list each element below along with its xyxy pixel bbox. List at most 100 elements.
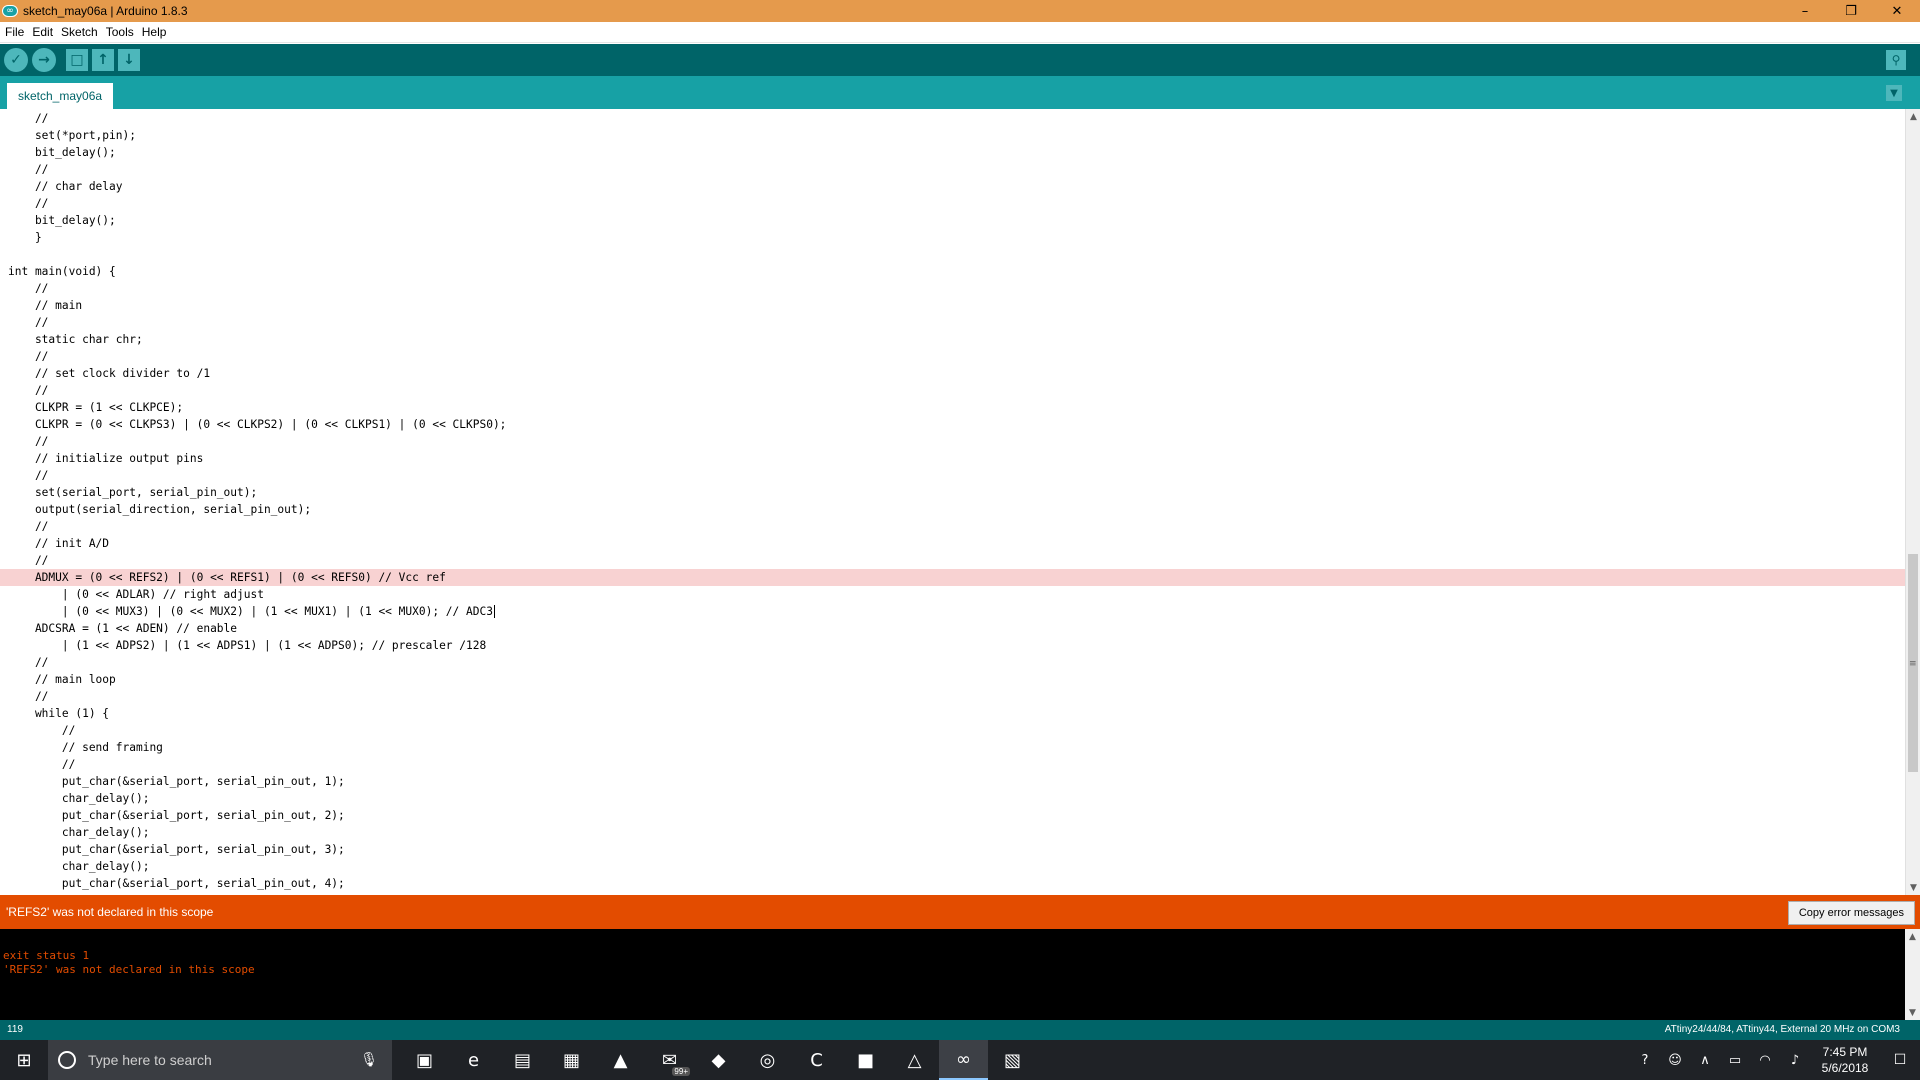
code-line[interactable]: // <box>0 195 1905 212</box>
verify-button[interactable]: ✓ <box>4 48 28 72</box>
code-line[interactable]: // main <box>0 297 1905 314</box>
volume-icon[interactable]: ♪ <box>1780 1040 1810 1080</box>
document-taskbar-button[interactable]: ▧ <box>988 1040 1037 1080</box>
photos-taskbar-button[interactable]: △ <box>890 1040 939 1080</box>
code-line[interactable]: // <box>0 467 1905 484</box>
code-line[interactable]: // main loop <box>0 671 1905 688</box>
menu-tools[interactable]: Tools <box>102 25 138 39</box>
code-line[interactable]: bit_delay(); <box>0 144 1905 161</box>
code-line[interactable]: // set clock divider to /1 <box>0 365 1905 382</box>
task-view-taskbar-button[interactable]: ▣ <box>400 1040 449 1080</box>
code-line[interactable]: while (1) { <box>0 705 1905 722</box>
code-line[interactable]: // <box>0 756 1905 773</box>
code-line[interactable]: char_delay(); <box>0 858 1905 875</box>
code-line[interactable]: char_delay(); <box>0 790 1905 807</box>
save-button[interactable]: ↓ <box>118 49 140 71</box>
pdf-taskbar-button[interactable]: ▲ <box>596 1040 645 1080</box>
code-line[interactable]: bit_delay(); <box>0 212 1905 229</box>
code-line[interactable]: // <box>0 688 1905 705</box>
open-button[interactable]: ↑ <box>92 49 114 71</box>
kicad-taskbar-button[interactable]: ■ <box>841 1040 890 1080</box>
code-line[interactable]: ADCSRA = (1 << ADEN) // enable <box>0 620 1905 637</box>
tab-sketch[interactable]: sketch_may06a <box>7 83 114 109</box>
code-line[interactable]: set(*port,pin); <box>0 127 1905 144</box>
taskbar-search[interactable]: Type here to search 🎙 <box>48 1040 392 1080</box>
console-line: 'REFS2' was not declared in this scope <box>3 963 255 976</box>
people-icon[interactable]: ☺ <box>1660 1040 1690 1080</box>
code-line[interactable]: // initialize output pins <box>0 450 1905 467</box>
code-line[interactable]: put_char(&serial_port, serial_pin_out, 4… <box>0 875 1905 892</box>
code-line[interactable]: put_char(&serial_port, serial_pin_out, 1… <box>0 773 1905 790</box>
clock[interactable]: 7:45 PM 5/6/2018 <box>1810 1044 1880 1076</box>
code-line[interactable]: // send framing <box>0 739 1905 756</box>
file-explorer-taskbar-button[interactable]: ▤ <box>498 1040 547 1080</box>
code-line[interactable]: // init A/D <box>0 535 1905 552</box>
menu-help[interactable]: Help <box>138 25 171 39</box>
microphone-icon[interactable]: 🎙 <box>360 1052 378 1068</box>
maximize-button[interactable]: ❐ <box>1828 0 1874 22</box>
edge-taskbar-button[interactable]: e <box>449 1040 498 1080</box>
code-line[interactable]: set(serial_port, serial_pin_out); <box>0 484 1905 501</box>
code-line[interactable]: put_char(&serial_port, serial_pin_out, 3… <box>0 841 1905 858</box>
code-line[interactable]: | (0 << ADLAR) // right adjust <box>0 586 1905 603</box>
code-line[interactable]: // <box>0 518 1905 535</box>
menu-file[interactable]: File <box>1 25 28 39</box>
menu-sketch[interactable]: Sketch <box>57 25 102 39</box>
code-line[interactable]: // <box>0 314 1905 331</box>
inkscape-taskbar-button[interactable]: ◆ <box>694 1040 743 1080</box>
chevron-up-icon[interactable]: ∧ <box>1690 1040 1720 1080</box>
code-line[interactable]: // <box>0 161 1905 178</box>
tab-menu-button[interactable]: ▼ <box>1886 85 1902 101</box>
code-text: put_char(&serial_port, serial_pin_out, 3… <box>8 843 345 856</box>
code-line[interactable]: // <box>0 552 1905 569</box>
code-line[interactable]: | (0 << MUX3) | (0 << MUX2) | (1 << MUX1… <box>0 603 1905 620</box>
code-line[interactable]: // <box>0 654 1905 671</box>
arduino-taskbar-button[interactable]: ∞ <box>939 1040 988 1080</box>
code-line[interactable]: // <box>0 348 1905 365</box>
code-line[interactable]: put_char(&serial_port, serial_pin_out, 2… <box>0 807 1905 824</box>
code-line[interactable]: | (1 << ADPS2) | (1 << ADPS1) | (1 << AD… <box>0 637 1905 654</box>
code-line[interactable]: int main(void) { <box>0 263 1905 280</box>
help-icon[interactable]: ? <box>1630 1040 1660 1080</box>
windows-start-button[interactable]: ⊞ <box>0 1040 48 1080</box>
menu-edit[interactable]: Edit <box>28 25 57 39</box>
console-scrollbar[interactable]: ▲ ▼ <box>1905 929 1920 1020</box>
scroll-down-icon[interactable]: ▼ <box>1906 880 1920 895</box>
clock-date: 5/6/2018 <box>1821 1061 1869 1075</box>
serial-monitor-button[interactable]: ⚲ <box>1886 50 1906 70</box>
code-line[interactable]: ADMUX = (0 << REFS2) | (0 << REFS1) | (0… <box>0 569 1905 586</box>
wifi-icon[interactable]: ◠ <box>1750 1040 1780 1080</box>
code-line[interactable]: // <box>0 382 1905 399</box>
code-line[interactable]: // <box>0 433 1905 450</box>
chrome-taskbar-button[interactable]: ◎ <box>743 1040 792 1080</box>
code-line[interactable]: // <box>0 280 1905 297</box>
minimize-button[interactable]: – <box>1782 0 1828 22</box>
scroll-down-icon[interactable]: ▼ <box>1905 1005 1920 1020</box>
code-line[interactable]: // <box>0 722 1905 739</box>
code-line[interactable] <box>0 246 1905 263</box>
store-taskbar-button[interactable]: ▦ <box>547 1040 596 1080</box>
code-line[interactable]: char_delay(); <box>0 824 1905 841</box>
code-line[interactable]: // char delay <box>0 178 1905 195</box>
close-button[interactable]: ✕ <box>1874 0 1920 22</box>
code-line[interactable]: // <box>0 110 1905 127</box>
code-editor[interactable]: // set(*port,pin); bit_delay(); // // ch… <box>0 109 1905 895</box>
code-line[interactable]: CLKPR = (1 << CLKPCE); <box>0 399 1905 416</box>
code-line[interactable]: output(serial_direction, serial_pin_out)… <box>0 501 1905 518</box>
scroll-up-icon[interactable]: ▲ <box>1905 929 1920 944</box>
battery-icon[interactable]: ▭ <box>1720 1040 1750 1080</box>
code-text: while (1) { <box>8 707 110 720</box>
mail-taskbar-button[interactable]: ✉ 99+ <box>645 1040 694 1080</box>
code-line[interactable]: CLKPR = (0 << CLKPS3) | (0 << CLKPS2) | … <box>0 416 1905 433</box>
code-line[interactable]: } <box>0 229 1905 246</box>
c-app-taskbar-button[interactable]: C <box>792 1040 841 1080</box>
upload-button[interactable]: → <box>32 48 56 72</box>
code-text: // <box>8 282 49 295</box>
console-output[interactable]: exit status 1 'REFS2' was not declared i… <box>0 929 1905 1020</box>
new-button[interactable]: □ <box>66 49 88 71</box>
copy-error-button[interactable]: Copy error messages <box>1787 901 1915 925</box>
scroll-up-icon[interactable]: ▲ <box>1906 109 1920 124</box>
notification-button[interactable]: ☐ <box>1880 1040 1920 1080</box>
editor-scrollbar[interactable]: ▲ ≡ ▼ <box>1905 109 1920 895</box>
code-line[interactable]: static char chr; <box>0 331 1905 348</box>
